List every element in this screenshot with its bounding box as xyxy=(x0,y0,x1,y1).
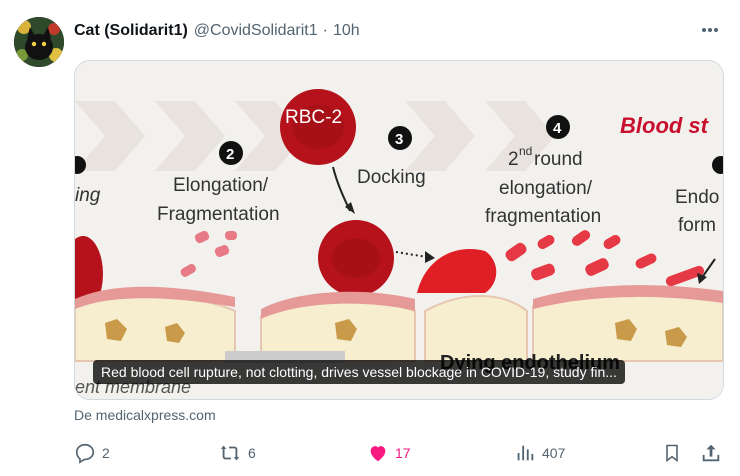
stage1-fragment: ing xyxy=(75,185,101,206)
link-card[interactable]: RBC-2 2 3 4 ing Elongation/ Fragmentatio… xyxy=(74,60,724,400)
cat-avatar-image xyxy=(14,17,64,67)
stage4-label-sup: nd xyxy=(519,144,532,158)
repost-button[interactable]: 6 xyxy=(218,440,256,466)
stage4-label-line1a: 2 xyxy=(508,149,519,170)
bookmark-button[interactable] xyxy=(662,440,682,466)
timestamp[interactable]: 10h xyxy=(333,22,360,40)
repost-count: 6 xyxy=(248,445,256,461)
views-icon xyxy=(517,445,534,461)
rbc-label: RBC-2 xyxy=(285,107,342,128)
separator-dot: · xyxy=(322,22,328,39)
reply-button[interactable]: 2 xyxy=(74,440,110,466)
heart-icon xyxy=(370,446,386,462)
views-button[interactable]: 407 xyxy=(514,440,565,466)
stage3-number: 3 xyxy=(395,131,403,148)
card-source[interactable]: De medicalxpress.com xyxy=(74,407,216,423)
stage4-number: 4 xyxy=(553,120,562,137)
endo-label-line1: Endo xyxy=(675,187,719,208)
stage3-label: Docking xyxy=(357,167,426,188)
share-button[interactable] xyxy=(700,440,722,466)
bookmark-icon xyxy=(666,444,678,463)
stage2-label-line2: Fragmentation xyxy=(157,204,280,225)
author-handle[interactable]: @CovidSolidarit1 xyxy=(194,22,318,40)
repost-icon xyxy=(220,445,240,461)
reply-icon xyxy=(75,443,95,464)
card-title[interactable]: Red blood cell rupture, not clotting, dr… xyxy=(93,360,625,384)
action-bar: 2 6 17 407 xyxy=(74,440,724,466)
stage2-label-line1: Elongation/ xyxy=(173,175,269,196)
like-count: 17 xyxy=(395,445,411,461)
views-count: 407 xyxy=(542,445,566,461)
card-figure-image: RBC-2 2 3 4 ing Elongation/ Fragmentatio… xyxy=(75,61,723,399)
stage4-label-line3: fragmentation xyxy=(485,206,601,227)
stage4-label-line2: elongation/ xyxy=(499,178,593,199)
endo-label-line2: form xyxy=(678,215,716,236)
blood-label: Blood st xyxy=(620,113,710,138)
reply-count: 2 xyxy=(102,445,110,461)
like-button[interactable]: 17 xyxy=(367,440,411,466)
ellipsis-icon xyxy=(702,28,718,32)
more-options-icon[interactable] xyxy=(698,20,722,40)
author-avatar[interactable] xyxy=(14,17,64,67)
stage2-number: 2 xyxy=(226,146,234,163)
tweet-header: Cat (Solidarit1) @CovidSolidarit1 · 10h xyxy=(74,20,360,42)
share-icon xyxy=(702,444,720,462)
author-name[interactable]: Cat (Solidarit1) xyxy=(74,22,188,40)
stage4-label-line1b: round xyxy=(534,149,583,170)
